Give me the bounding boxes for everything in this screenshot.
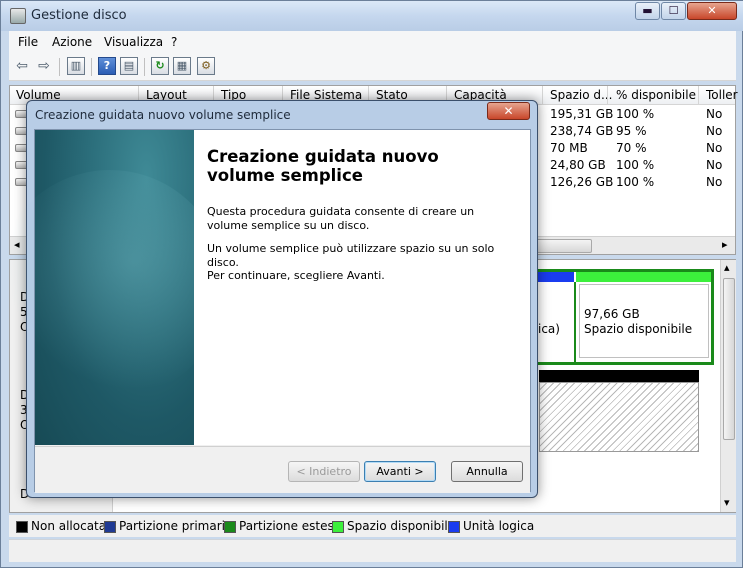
partition-divider [574, 282, 576, 362]
legend-swatch-primary [104, 521, 116, 533]
legend-label: Non allocata [31, 519, 107, 533]
menu-azione[interactable]: Azione [52, 35, 92, 49]
wizard-banner-image [0, 130, 225, 445]
row-1-percent: 100 % [616, 107, 655, 121]
legend-swatch-free [332, 521, 344, 533]
row-2-toller: No [706, 124, 723, 138]
wizard-body: Creazione guidata nuovo volume semplice … [0, 129, 531, 493]
legend-swatch-extended [224, 521, 236, 533]
banner-arc [0, 170, 225, 400]
back-arrow-icon[interactable]: ⇦ [13, 57, 31, 75]
logical-drive-label: ica) [538, 322, 560, 336]
row-3-percent: 70 % [616, 141, 647, 155]
wizard-paragraph: Questa procedura guidata consente di cre… [207, 205, 475, 232]
window-title: Gestione disco [31, 8, 127, 23]
unallocated-space[interactable] [539, 382, 699, 452]
wizard-close-button[interactable]: ✕ [487, 102, 530, 120]
properties-icon[interactable]: ▦ [173, 57, 191, 75]
column-percent-disponibile[interactable]: % disponibile [616, 88, 696, 102]
legend-label: Spazio disponibile [347, 519, 456, 533]
wizard-title: Creazione guidata nuovo volume semplice [35, 108, 291, 122]
scroll-up-icon[interactable]: ▴ [724, 261, 730, 274]
row-5-percent: 100 % [616, 175, 655, 189]
settings-icon[interactable]: ⚙ [197, 57, 215, 75]
row-1-toller: No [706, 107, 723, 121]
column-separator [607, 86, 608, 104]
unallocated-bar [539, 370, 699, 382]
free-space-block[interactable] [579, 284, 709, 358]
forward-arrow-icon[interactable]: ⇨ [35, 57, 53, 75]
row-3-toller: No [706, 141, 723, 155]
menu-file[interactable]: File [18, 35, 38, 49]
refresh-icon[interactable]: ↻ [151, 57, 169, 75]
toolbar-separator [144, 58, 145, 76]
legend-swatch-unallocated [16, 521, 28, 533]
row-2-percent: 95 % [616, 124, 647, 138]
vertical-scroll-thumb[interactable] [723, 278, 735, 440]
legend-label: Unità logica [463, 519, 535, 533]
column-spazio-disponibile[interactable]: Spazio d... [550, 88, 612, 102]
console-tree-icon[interactable]: ▥ [67, 57, 85, 75]
row-4-percent: 100 % [616, 158, 655, 172]
close-button[interactable]: ✕ [687, 2, 737, 20]
column-tolleranza[interactable]: Toller [706, 88, 738, 102]
new-simple-volume-wizard: Creazione guidata nuovo volume semplice … [0, 100, 538, 498]
action-pane-icon[interactable]: ▤ [120, 57, 138, 75]
row-1-spazio: 195,31 GB [550, 107, 614, 121]
column-separator [698, 86, 699, 104]
toolbar-separator [59, 58, 60, 76]
help-icon[interactable]: ? [98, 57, 116, 75]
legend-label: Partizione estesa [239, 519, 342, 533]
toolbar: ⇦ ⇨ ▥ ? ▤ ↻ ▦ ⚙ [9, 53, 736, 81]
toolbar-separator [91, 58, 92, 76]
free-space-label: Spazio disponibile [584, 322, 693, 336]
logical-drive-bar [533, 272, 574, 282]
free-space-bar [576, 272, 711, 282]
legend-bar: Non allocata Partizione primaria Partizi… [9, 515, 736, 537]
row-4-spazio: 24,80 GB [550, 158, 606, 172]
legend-label: Partizione primaria [119, 519, 233, 533]
column-separator [542, 86, 543, 104]
menu-help[interactable]: ? [171, 35, 177, 49]
menu-visualizza[interactable]: Visualizza [104, 35, 163, 49]
maximize-button[interactable]: ☐ [661, 2, 686, 20]
wizard-content: Creazione guidata nuovo volume semplice … [194, 130, 530, 445]
row-3-spazio: 70 MB [550, 141, 588, 155]
back-button[interactable]: < Indietro [288, 461, 360, 482]
row-5-spazio: 126,26 GB [550, 175, 614, 189]
wizard-paragraph: Un volume semplice può utilizzare spazio… [207, 242, 495, 269]
legend-swatch-logical [448, 521, 460, 533]
scroll-down-icon[interactable]: ▾ [724, 496, 730, 509]
cancel-button[interactable]: Annulla [451, 461, 523, 482]
minimize-button[interactable]: ▬ [635, 2, 660, 20]
wizard-footer: < Indietro Avanti > Annulla [35, 446, 530, 493]
row-4-toller: No [706, 158, 723, 172]
scroll-right-icon[interactable]: ▸ [722, 238, 728, 251]
menu-bar: File Azione Visualizza ? [9, 31, 736, 53]
next-button[interactable]: Avanti > [364, 461, 436, 482]
disk-management-app-icon [10, 8, 26, 24]
row-5-toller: No [706, 175, 723, 189]
row-2-spazio: 238,74 GB [550, 124, 614, 138]
wizard-paragraph: Per continuare, scegliere Avanti. [207, 269, 385, 282]
status-bar [9, 539, 736, 562]
wizard-heading: Creazione guidata nuovo volume semplice [207, 147, 439, 185]
title-bar[interactable]: Gestione disco ▬ ☐ ✕ [1, 1, 743, 31]
vertical-scrollbar[interactable]: ▴ ▾ [720, 260, 736, 512]
free-space-size: 97,66 GB [584, 307, 640, 321]
